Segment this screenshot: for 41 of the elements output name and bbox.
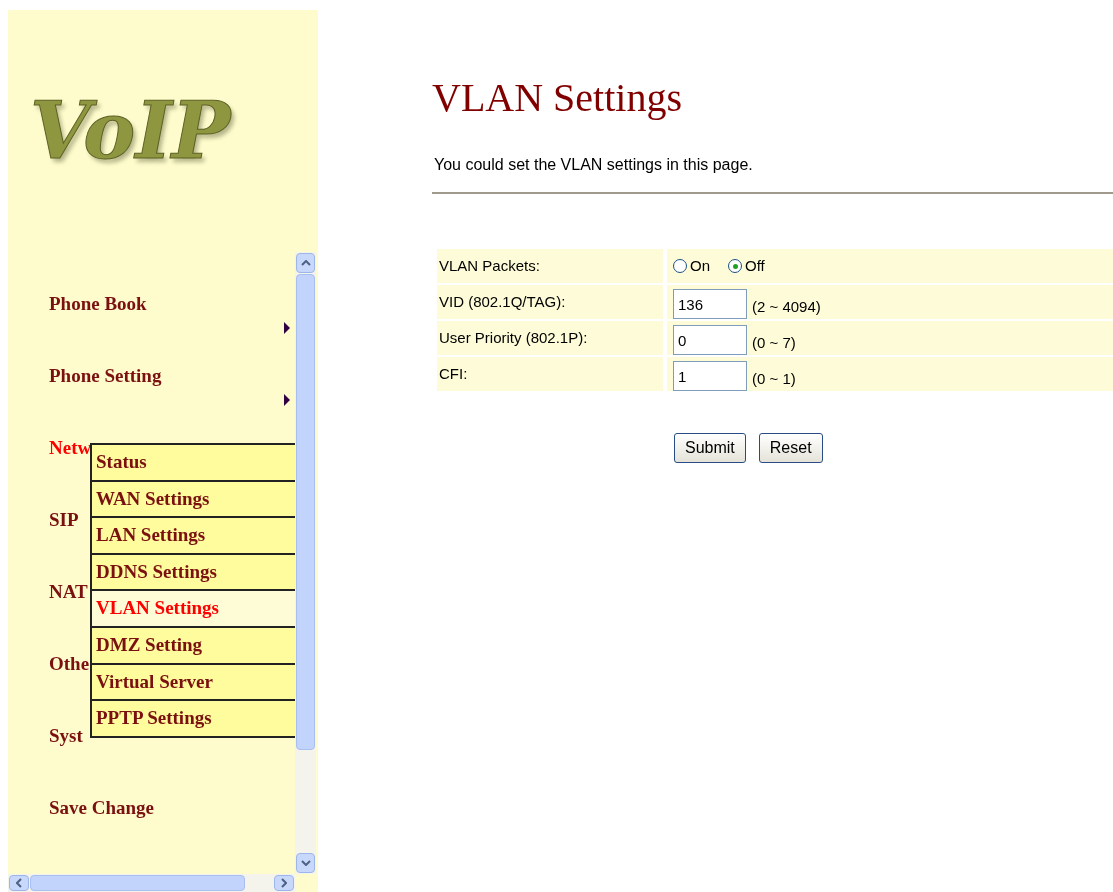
- page-description: You could set the VLAN settings in this page.: [434, 155, 754, 175]
- scroll-down-icon[interactable]: [300, 860, 311, 866]
- scroll-right-icon[interactable]: [281, 878, 287, 888]
- sidebar-item[interactable]: Phone Setting: [49, 364, 162, 388]
- submenu-item[interactable]: LAN Settings: [92, 518, 295, 553]
- input-field[interactable]: 0: [673, 325, 747, 355]
- submenu-item[interactable]: DMZ Setting: [92, 627, 295, 663]
- form-label: User Priority (802.1P):: [437, 321, 663, 355]
- input-field[interactable]: 1: [673, 361, 747, 391]
- sidebar-item[interactable]: Save Change: [49, 796, 155, 820]
- voip-logo: VoIP: [30, 92, 231, 170]
- sidebar-item[interactable]: Othe: [49, 652, 90, 676]
- submenu-item[interactable]: Status: [92, 445, 295, 480]
- form-label: CFI:: [437, 357, 663, 391]
- submenu-item[interactable]: VLAN Settings: [92, 591, 295, 626]
- form-label: VLAN Packets:: [437, 249, 663, 283]
- sidebar-item[interactable]: Phone Book: [49, 292, 147, 316]
- input-field[interactable]: 136: [673, 289, 747, 319]
- submenu-item[interactable]: DDNS Settings: [92, 554, 295, 590]
- vertical-scrollbar[interactable]: [295, 252, 316, 874]
- range-hint: (0 ~ 7): [752, 332, 796, 353]
- range-hint: (2 ~ 4094): [752, 296, 821, 317]
- sidebar-item[interactable]: Syst: [49, 724, 83, 748]
- submenu-item[interactable]: WAN Settings: [92, 481, 295, 517]
- sidebar-item[interactable]: SIP: [49, 508, 79, 532]
- submenu-item[interactable]: PPTP Settings: [92, 701, 295, 736]
- radio-option[interactable]: Off: [728, 254, 765, 278]
- radio-button[interactable]: [728, 259, 742, 273]
- range-hint: (0 ~ 1): [752, 368, 796, 389]
- sidebar-item[interactable]: NAT: [49, 580, 88, 604]
- horizontal-scrollbar[interactable]: [8, 874, 295, 892]
- form-button[interactable]: Reset: [758, 433, 823, 463]
- scroll-up-icon[interactable]: [300, 260, 311, 266]
- scroll-left-icon[interactable]: [16, 878, 22, 888]
- radio-button[interactable]: [673, 259, 687, 273]
- radio-option[interactable]: On: [673, 254, 710, 278]
- form-button[interactable]: Submit: [674, 433, 746, 463]
- sidebar-item[interactable]: Netw: [49, 436, 92, 460]
- page-title: VLAN Settings: [432, 74, 683, 122]
- form-label: VID (802.1Q/TAG):: [437, 285, 663, 319]
- submenu-item[interactable]: Virtual Server: [92, 664, 295, 700]
